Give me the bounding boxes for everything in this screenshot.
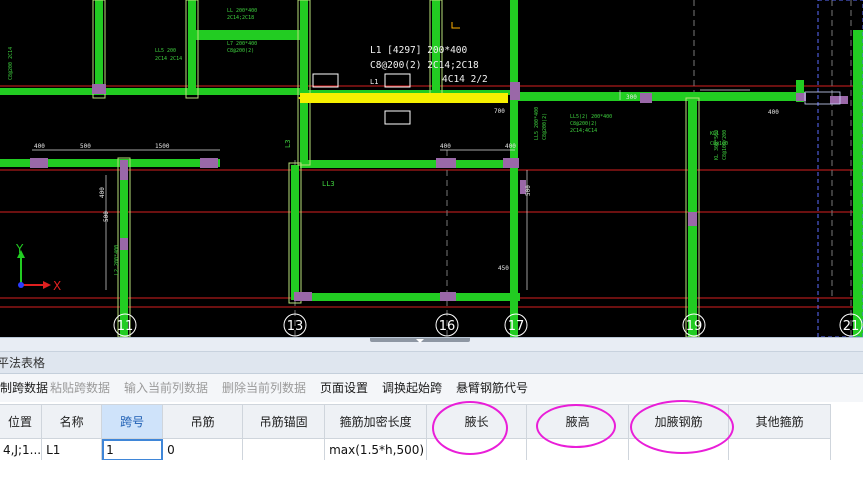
svg-text:400: 400 <box>505 143 516 150</box>
chevron-down-icon <box>416 339 424 343</box>
table-empty-area <box>0 460 863 491</box>
beam-label: L1 [4297] 200*400 C8@200(2) 2C14;2C18 4C… <box>370 45 488 86</box>
axis-label-13: 13 <box>287 319 304 334</box>
panel-title: 平法表格 <box>0 356 46 370</box>
axis-label-19: 19 <box>686 319 703 334</box>
svg-text:L7 200*400: L7 200*400 <box>227 41 257 47</box>
header-other-stirrups[interactable]: 其他箍筋 <box>728 404 832 439</box>
delete-column-data-button[interactable]: 删除当前列数据 <box>222 374 306 402</box>
page-setup-button[interactable]: 页面设置 <box>320 374 368 402</box>
beam-label-line-3: 4C14 2/2 <box>442 74 488 85</box>
input-column-data-button[interactable]: 输入当前列数据 <box>124 374 208 402</box>
svg-text:300: 300 <box>626 94 637 101</box>
svg-text:L2 200*400: L2 200*400 <box>114 245 120 275</box>
svg-text:500: 500 <box>103 211 110 222</box>
grid-lines <box>0 85 863 308</box>
svg-text:C8@200(2): C8@200(2) <box>227 48 254 54</box>
dimension-texts: 400 500 1500 400 700 400 300 450 400 400… <box>34 94 779 272</box>
header-hanger-bar[interactable]: 吊筋 <box>162 404 244 439</box>
axis-label-21: 21 <box>843 319 860 334</box>
svg-text:400: 400 <box>99 187 106 198</box>
column-nodes <box>30 82 848 301</box>
beam-l3-label: L3 <box>284 140 292 148</box>
header-haunch-rebar[interactable]: 加腋钢筋 <box>628 404 730 439</box>
beams-vertical <box>95 0 863 337</box>
svg-text:1500: 1500 <box>155 143 170 150</box>
svg-text:2C14;2C18: 2C14;2C18 <box>227 15 254 21</box>
header-position[interactable]: 位置 <box>0 404 43 439</box>
axis-label-16: 16 <box>439 319 456 334</box>
svg-text:450: 450 <box>498 265 509 272</box>
axis-x-label: X <box>53 279 61 293</box>
svg-text:LL 200*400: LL 200*400 <box>227 8 257 14</box>
svg-text:400: 400 <box>34 143 45 150</box>
ucs-icon: Y X <box>15 242 61 293</box>
header-span-number[interactable]: 跨号 <box>101 404 164 439</box>
svg-text:2C14;4C14: 2C14;4C14 <box>570 128 597 134</box>
table-toolbar: 复制跨数据 粘贴跨数据 输入当前列数据 删除当前列数据 页面设置 调换起始跨 悬… <box>0 374 863 402</box>
panel-title-bar: 平法表格 <box>0 352 863 374</box>
svg-text:C8@200(2): C8@200(2) <box>570 121 597 127</box>
svg-text:KL 300*500: KL 300*500 <box>714 130 720 160</box>
axis-y-label: Y <box>15 242 24 256</box>
axis-label-11: 11 <box>117 319 134 334</box>
beam-label-line-1: L1 [4297] 200*400 <box>370 45 468 56</box>
cell-span-number[interactable]: 1 <box>101 438 164 461</box>
svg-text:400: 400 <box>768 109 779 116</box>
cantilever-rebar-code-button[interactable]: 悬臂钢筋代号 <box>456 374 528 402</box>
orange-marks <box>451 22 460 29</box>
panel-splitter[interactable] <box>0 337 863 352</box>
beam-label-line-2: C8@200(2) 2C14;2C18 <box>370 60 479 71</box>
cell-position[interactable]: 4,J;1... <box>0 438 43 461</box>
svg-text:2C14 2C14: 2C14 2C14 <box>155 56 182 62</box>
header-haunch-length[interactable]: 腋长 <box>426 404 528 439</box>
selected-beam-l1[interactable] <box>300 93 508 103</box>
swap-start-span-button[interactable]: 调换起始跨 <box>382 374 442 402</box>
dimension-lines <box>32 89 750 290</box>
svg-text:C8@200(2): C8@200(2) <box>542 113 548 140</box>
table-row: 4,J;1... L1 1 0 max(1.5*h,500) <box>0 438 832 461</box>
svg-text:700: 700 <box>494 108 505 115</box>
drawing-svg[interactable]: LL 200*400 2C14;2C18 L7 200*400 C8@200(2… <box>0 0 863 337</box>
paste-span-data-button[interactable]: 粘贴跨数据 <box>50 374 110 402</box>
beam-ll3-label: LL3 <box>322 180 335 188</box>
svg-text:500: 500 <box>525 185 532 196</box>
table-header-row: 位置 名称 跨号 吊筋 吊筋锚固 箍筋加密长度 腋长 腋高 加腋钢筋 其他箍筋 <box>0 404 832 439</box>
grid-axis-bubbles <box>113 313 863 337</box>
svg-text:400: 400 <box>440 143 451 150</box>
svg-text:LL5(2) 200*400: LL5(2) 200*400 <box>570 114 612 120</box>
cell-other-stirrups[interactable] <box>728 438 832 461</box>
cell-haunch-height[interactable] <box>526 438 630 461</box>
header-stirrup-dense-length[interactable]: 箍筋加密长度 <box>324 404 428 439</box>
cell-name[interactable]: L1 <box>41 438 103 461</box>
header-hanger-anchorage[interactable]: 吊筋锚固 <box>242 404 326 439</box>
cell-hanger-anchorage[interactable] <box>242 438 326 461</box>
header-name[interactable]: 名称 <box>41 404 103 439</box>
svg-text:500: 500 <box>80 143 91 150</box>
header-haunch-height[interactable]: 腋高 <box>526 404 630 439</box>
svg-text:LL5 200: LL5 200 <box>155 48 176 54</box>
cell-haunch-rebar[interactable] <box>628 438 730 461</box>
copy-span-data-button[interactable]: 复制跨数据 <box>0 374 48 402</box>
beam-tag: L1 <box>370 78 378 86</box>
axis-label-17: 17 <box>508 319 525 334</box>
cell-stirrup-dense-length[interactable]: max(1.5*h,500) <box>324 438 428 461</box>
svg-text:LL5 200*400: LL5 200*400 <box>534 107 540 140</box>
grid-axis-labels: 11 13 16 17 19 21 <box>117 319 860 334</box>
span-table: 位置 名称 跨号 吊筋 吊筋锚固 箍筋加密长度 腋长 腋高 加腋钢筋 其他箍筋 … <box>0 404 832 461</box>
cell-hanger-bar[interactable]: 0 <box>162 438 244 461</box>
cell-haunch-length[interactable] <box>426 438 528 461</box>
svg-text:C8@200 2C14: C8@200 2C14 <box>8 47 14 80</box>
cad-drawing-canvas[interactable]: LL 200*400 2C14;2C18 L7 200*400 C8@200(2… <box>0 0 863 337</box>
svg-text:C8@100/200: C8@100/200 <box>722 130 728 160</box>
